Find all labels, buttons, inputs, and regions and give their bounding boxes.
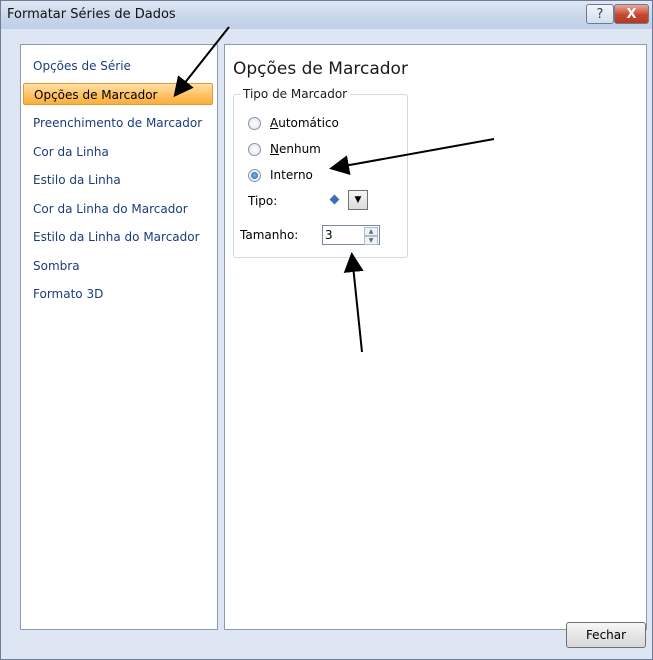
arrow-to-interno-radio	[329, 138, 495, 176]
annotation-arrows	[173, 26, 495, 353]
arrow-to-size-field	[343, 252, 364, 353]
arrow-to-sidebar-item	[173, 26, 230, 98]
